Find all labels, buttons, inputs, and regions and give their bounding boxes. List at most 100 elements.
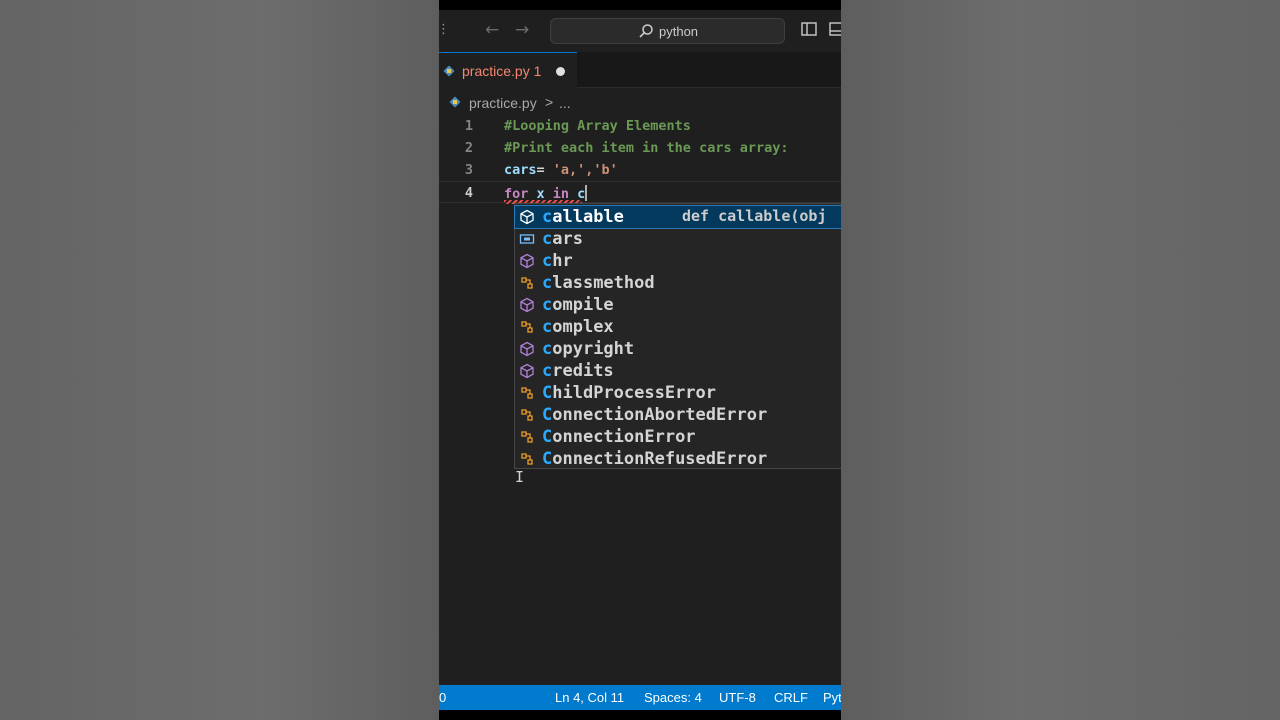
command-center-search[interactable]: python [550, 18, 785, 44]
status-bar: 0 Ln 4, Col 11 Spaces: 4 UTF-8 CRLF Pyt [439, 685, 841, 710]
cursor-position[interactable]: Ln 4, Col 11 [555, 690, 624, 705]
suggestion-item[interactable]: classmethod [515, 272, 841, 294]
suggestion-item[interactable]: callable def callable(obj [514, 205, 841, 229]
suggestion-item[interactable]: ChildProcessError [515, 382, 841, 404]
token-string: 'a,','b' [552, 162, 618, 178]
problems-count[interactable]: 0 [439, 690, 446, 705]
cube-icon [520, 209, 534, 225]
suggestion-match: c [542, 207, 553, 227]
token-operator: = [536, 162, 553, 178]
suggestion-match: c [542, 317, 553, 337]
tab-label: practice.py 1 [462, 63, 542, 79]
suggestion-item[interactable]: cars [515, 228, 841, 250]
suggestion-label: credits [542, 361, 614, 381]
suggestion-match: c [542, 361, 553, 381]
breadcrumb-more[interactable]: ... [559, 95, 571, 111]
breadcrumb-file[interactable]: practice.py [469, 95, 537, 111]
suggestion-label: ConnectionAbortedError [542, 405, 767, 425]
vscode-window: ⋮ ← → python practice.py 1 practice.py >… [439, 0, 841, 720]
cube-icon [520, 253, 534, 269]
suggestion-label: ChildProcessError [542, 383, 716, 403]
tab-bar: practice.py 1 [439, 52, 841, 88]
suggestion-detail: def callable(obj [682, 207, 827, 225]
class-icon [521, 387, 533, 399]
suggestion-widget: callable def callable(obj cars chr classmeth… [514, 203, 841, 469]
suggestion-item[interactable]: credits [515, 360, 841, 382]
search-icon [639, 24, 653, 38]
class-icon [521, 431, 533, 443]
class-icon [521, 409, 533, 421]
suggestion-label: copyright [542, 339, 634, 359]
variable-icon [519, 234, 535, 244]
text-cursor [585, 185, 588, 201]
suggestion-item[interactable]: copyright [515, 338, 841, 360]
suggestion-rest: ompile [552, 295, 614, 315]
toggle-panel-icon[interactable] [828, 20, 841, 38]
token-variable: cars [504, 162, 537, 178]
suggestion-match: c [542, 251, 553, 271]
suggestion-match: c [542, 229, 553, 249]
background-right [841, 0, 1280, 720]
cube-icon [520, 363, 534, 379]
code-line: 3 cars= 'a,','b' [439, 159, 841, 181]
suggestion-rest: lassmethod [552, 273, 655, 293]
code-text: #Print each item in the cars array: [504, 140, 789, 156]
code-line: 1 #Looping Array Elements [439, 115, 841, 137]
search-text: python [659, 24, 699, 39]
tab-practice-py[interactable]: practice.py 1 [439, 52, 577, 88]
encoding[interactable]: UTF-8 [719, 690, 756, 705]
code-text: cars= 'a,','b' [504, 162, 618, 178]
language-mode[interactable]: Pyt [823, 690, 841, 705]
line-ending[interactable]: CRLF [774, 690, 808, 705]
suggestion-rest: allable [552, 207, 624, 227]
toggle-sidebar-icon[interactable] [800, 20, 818, 38]
suggestion-match: C [542, 427, 553, 447]
ibeam-cursor-icon: I [515, 468, 525, 486]
class-icon [521, 321, 533, 333]
python-file-icon [449, 96, 461, 108]
suggestion-rest: onnectionAbortedError [552, 405, 768, 425]
line-number: 1 [464, 118, 474, 134]
suggestion-match: c [542, 339, 553, 359]
indentation[interactable]: Spaces: 4 [644, 690, 702, 705]
suggestion-rest: ars [552, 229, 583, 249]
suggestion-label: compile [542, 295, 614, 315]
suggestion-match: C [542, 383, 553, 403]
suggestion-rest: onnectionError [552, 427, 696, 447]
suggestion-rest: hildProcessError [552, 383, 717, 403]
unsaved-dot-icon[interactable] [556, 67, 565, 76]
background-left [0, 0, 439, 720]
python-file-icon [443, 65, 455, 77]
forward-arrow-icon[interactable]: → [515, 20, 529, 40]
suggestion-item[interactable]: ConnectionError [515, 426, 841, 448]
suggestion-label: classmethod [542, 273, 655, 293]
suggestion-label: ConnectionError [542, 427, 696, 447]
suggestion-match: C [542, 405, 553, 425]
back-arrow-icon[interactable]: ← [485, 20, 499, 40]
suggestion-rest: omplex [552, 317, 614, 337]
chevron-right-icon: > [545, 94, 554, 110]
menu-icon[interactable]: ⋮ [439, 22, 450, 37]
letterbox-top [439, 0, 841, 10]
suggestion-item[interactable]: complex [515, 316, 841, 338]
line-number: 3 [464, 162, 474, 178]
suggestion-label: ConnectionRefusedError [542, 449, 767, 469]
cube-icon [520, 341, 534, 357]
cube-icon [520, 297, 534, 313]
suggestion-match: c [542, 295, 553, 315]
suggestion-rest: redits [552, 361, 614, 381]
line-number: 4 [464, 185, 474, 201]
suggestion-item[interactable]: ConnectionAbortedError [515, 404, 841, 426]
suggestion-label: complex [542, 317, 614, 337]
class-icon [521, 277, 533, 289]
suggestion-rest: onnectionRefusedError [552, 449, 768, 469]
breadcrumb: practice.py > ... [439, 92, 841, 114]
suggestion-match: C [542, 449, 553, 469]
suggestion-rest: opyright [552, 339, 635, 359]
suggestion-item[interactable]: ConnectionRefusedError [515, 448, 841, 470]
suggestion-item[interactable]: compile [515, 294, 841, 316]
letterbox-bottom [439, 710, 841, 720]
suggestion-item[interactable]: chr [515, 250, 841, 272]
code-line: 2 #Print each item in the cars array: [439, 137, 841, 159]
code-line-current: 4 for x in c [439, 181, 841, 203]
